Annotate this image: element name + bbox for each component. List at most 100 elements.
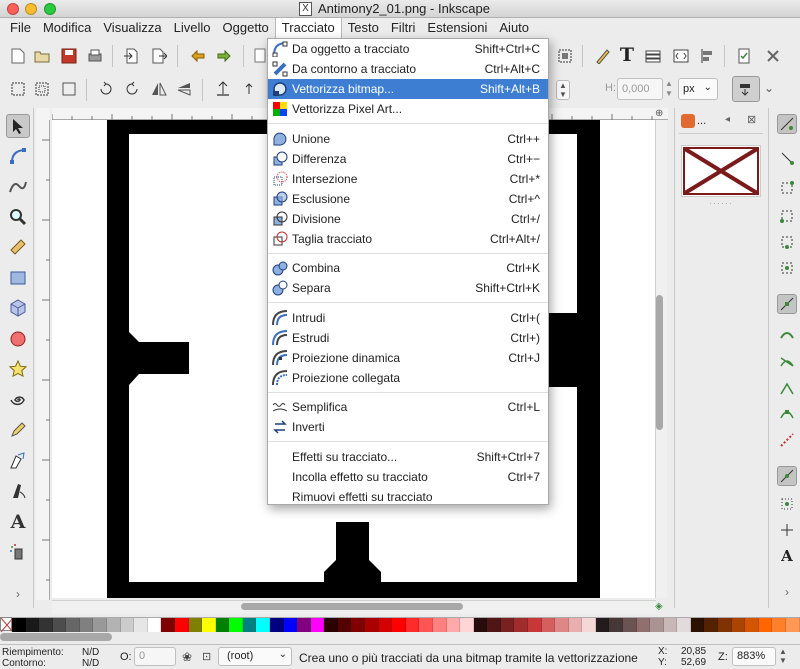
measure-tool-icon[interactable] [6,235,30,259]
menu-modifica[interactable]: Modifica [37,18,97,38]
palette-swatch[interactable] [215,618,230,632]
snap-bbox-corner-icon[interactable] [777,206,797,226]
dock-tab[interactable]: ... ◂ ⊠ [679,112,763,134]
xml-icon[interactable] [672,47,690,65]
snap-paths-icon[interactable] [777,324,797,344]
palette-swatch[interactable] [663,618,678,632]
ellipse-tool-icon[interactable] [6,327,30,351]
snap-smooth-nodes-icon[interactable] [777,404,797,424]
snap-rotation-center-icon[interactable] [777,520,797,540]
palette-swatch[interactable] [473,618,488,632]
snap-bbox-icon[interactable] [777,148,797,168]
pen-tool-icon[interactable] [6,449,30,473]
undo-icon[interactable] [189,47,207,65]
minimize-window-button[interactable] [25,3,37,15]
menu-item-da-contorno-a-tracciato[interactable]: Da contorno a tracciato Ctrl+Alt+C [268,59,548,79]
spiral-tool-icon[interactable] [6,388,30,412]
close-window-button[interactable] [7,3,19,15]
snap-nodes-icon[interactable] [777,294,797,314]
palette-swatch[interactable] [758,618,773,632]
menu-item-semplifica[interactable]: Semplifica Ctrl+L [268,397,548,417]
palette-swatch[interactable] [297,618,311,632]
w-spin-button[interactable]: ▲ ▼ [556,80,570,100]
palette-swatch[interactable] [120,618,135,632]
palette-swatch[interactable] [161,618,175,632]
star-tool-icon[interactable] [6,357,30,381]
palette-swatch[interactable] [93,618,108,632]
dock-iconify-icon[interactable]: ◂ [725,114,730,125]
menu-file[interactable]: File [4,18,37,38]
menu-item-inverti[interactable]: Inverti [268,417,548,437]
toolbar-overflow-button[interactable] [732,76,760,102]
palette-swatch[interactable] [527,618,542,632]
menu-item-unione[interactable]: Unione Ctrl++ [268,129,548,149]
palette-swatch[interactable] [256,618,270,632]
spray-tool-icon[interactable] [6,540,30,564]
palette-swatch[interactable] [636,618,651,632]
palette-swatch[interactable] [704,618,719,632]
snap-bbox-edge-icon[interactable] [777,178,797,198]
palette-swatch[interactable] [324,618,338,632]
horizontal-scroll-thumb[interactable] [241,603,463,610]
palette-swatch[interactable] [460,618,474,632]
snap-bar-more-icon[interactable]: › [777,582,797,602]
snap-cusp-nodes-icon[interactable] [777,378,797,398]
text-font-icon[interactable]: T [618,44,636,66]
palette-swatch[interactable] [188,618,203,632]
palette-swatch[interactable] [677,618,691,632]
rotate-ccw-icon[interactable] [97,80,115,98]
palette-swatch[interactable] [718,618,732,632]
menu-item-rimuovi-effetti-su-tracciato[interactable]: Rimuovi effetti su tracciato [268,487,548,507]
toolbox-more-icon[interactable]: › [6,582,30,606]
layers-icon[interactable] [644,47,662,65]
palette-swatch[interactable] [609,618,624,632]
palette-swatch[interactable] [66,618,80,632]
menu-item-da-oggetto-a-tracciato[interactable]: Da oggetto a tracciato Shift+Ctrl+C [268,39,548,59]
snap-others-icon[interactable] [777,466,797,486]
export-icon[interactable] [150,47,168,65]
stroke-value[interactable]: N/D [82,658,99,669]
menu-item-vettorizza-bitmap[interactable]: Vettorizza bitmap... Shift+Alt+B [268,79,548,99]
unit-select[interactable]: px ⌄ [678,78,718,100]
import-icon[interactable] [122,47,140,65]
snap-bbox-center-icon[interactable] [777,258,797,278]
palette-swatch[interactable] [392,618,406,632]
palette-swatch[interactable] [487,618,501,632]
current-layer-select[interactable]: (root) ⌄ [218,647,292,666]
menu-filtri[interactable]: Filtri [385,18,422,38]
palette-swatch[interactable] [514,618,528,632]
zoom-spin-button[interactable]: ▲ ▼ [777,647,789,666]
opacity-input[interactable]: 0 [134,647,176,666]
palette-swatch[interactable] [568,618,583,632]
snap-toggle-icon[interactable] [777,114,797,134]
3d-box-tool-icon[interactable] [6,296,30,320]
open-document-icon[interactable] [33,47,51,65]
dock-close-icon[interactable]: ⊠ [747,113,756,126]
new-document-icon[interactable] [9,47,27,65]
palette-swatch[interactable] [365,618,379,632]
fill-value[interactable]: N/D [82,647,99,658]
palette-swatch[interactable] [147,618,162,632]
menu-item-effetti-su-tracciato[interactable]: Effetti su tracciato... Shift+Ctrl+7 [268,447,548,467]
palette-swatch[interactable] [269,618,284,632]
flip-horizontal-icon[interactable] [150,80,168,98]
palette-swatch[interactable] [500,618,515,632]
palette-swatch[interactable] [446,618,461,632]
h-value-input[interactable]: 0,000 [617,78,663,100]
menu-estensioni[interactable]: Estensioni [421,18,493,38]
document-properties-icon[interactable] [735,47,753,65]
save-icon[interactable] [60,47,78,65]
palette-swatch[interactable] [785,618,800,632]
palette-swatch[interactable] [39,618,53,632]
zoom-corner-icon[interactable]: ⊕ [655,108,667,120]
palette-swatch[interactable] [432,618,447,632]
vertical-ruler[interactable] [36,120,50,600]
menu-testo[interactable]: Testo [342,18,385,38]
deselect-icon[interactable] [60,80,78,98]
raise-to-top-icon[interactable] [214,80,232,98]
rotate-cw-icon[interactable] [123,80,141,98]
palette-swatch[interactable] [731,618,746,632]
redo-icon[interactable] [215,47,233,65]
menu-item-estrudi[interactable]: Estrudi Ctrl+) [268,328,548,348]
preferences-icon[interactable] [764,47,782,65]
